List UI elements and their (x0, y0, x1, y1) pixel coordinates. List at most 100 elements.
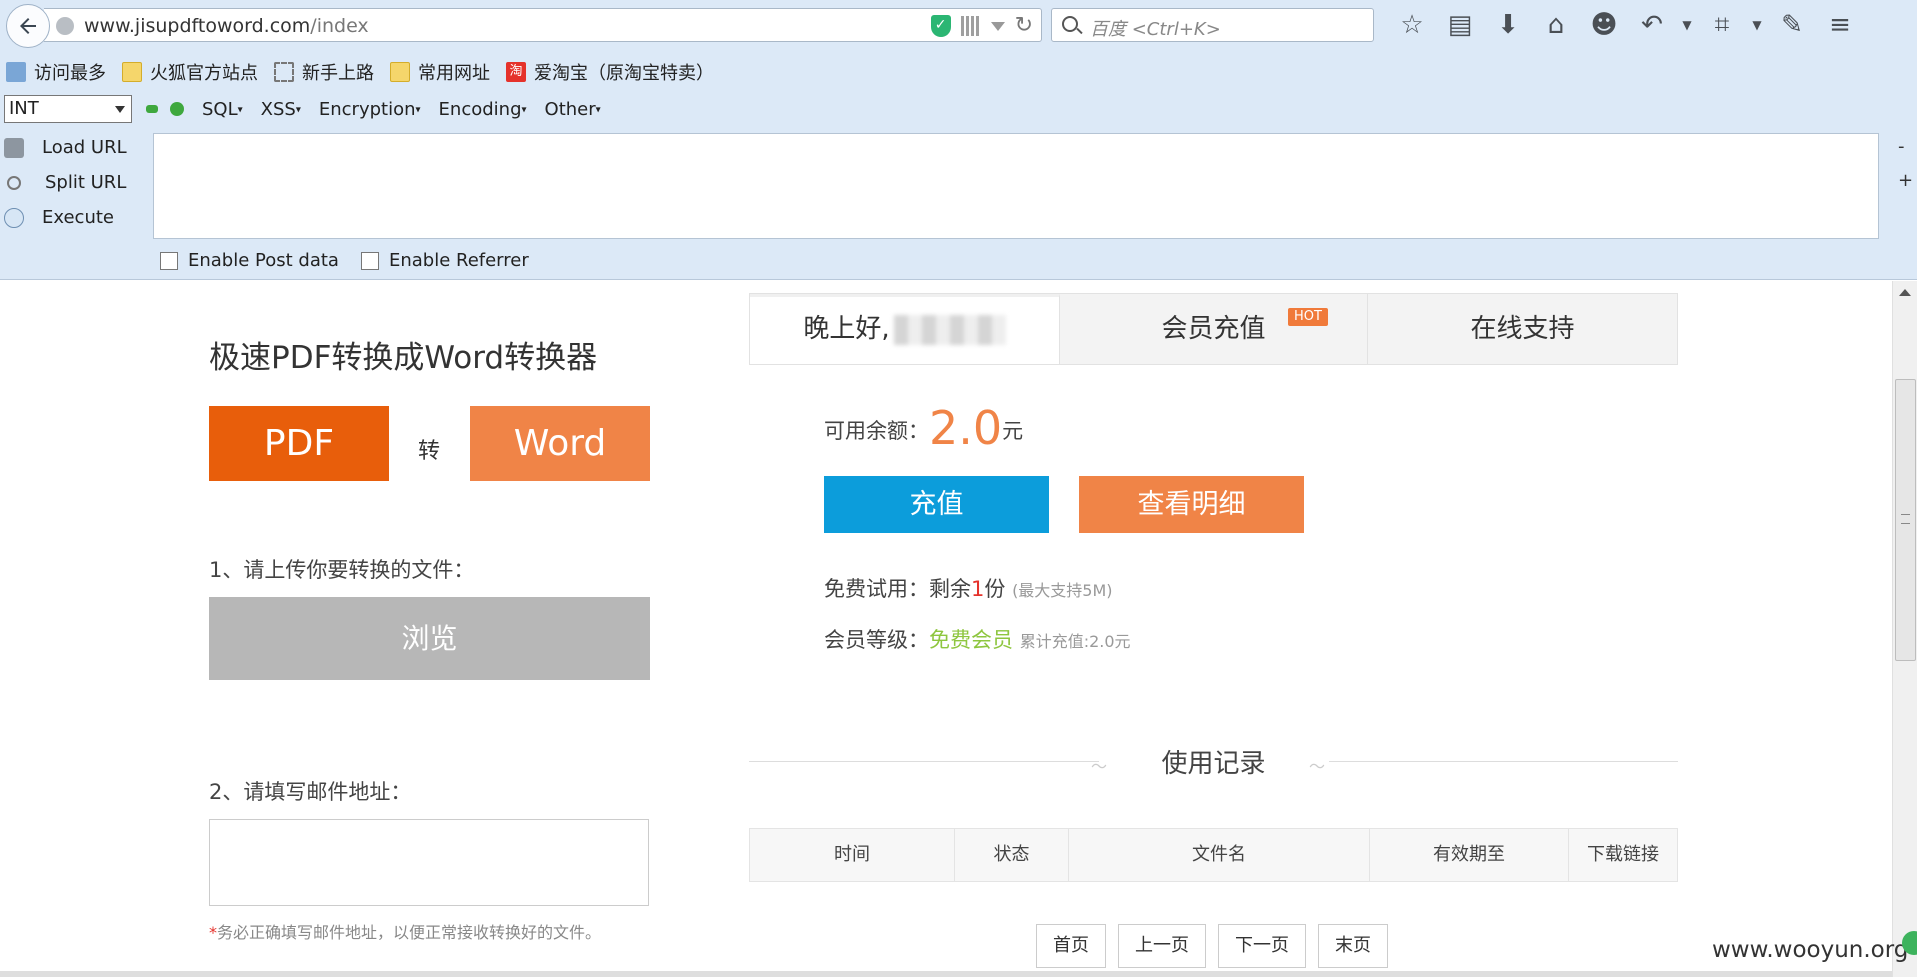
required-star: * (209, 923, 217, 942)
grow-button[interactable]: + (1898, 170, 1913, 191)
tab-label: 在线支持 (1470, 314, 1575, 344)
previous-page-button[interactable]: 上一页 (1118, 924, 1206, 968)
navigation-bar: www.jisupdftoword.com/index ✓ ↻ 百度 <Ctrl… (0, 0, 1917, 48)
menu-sql[interactable]: SQL▾ (202, 99, 243, 120)
tab-label: 晚上好, (803, 314, 890, 344)
menu-icon[interactable]: ≡ (1816, 8, 1864, 42)
shrink-button[interactable]: - (1898, 136, 1905, 157)
url-text[interactable]: www.jisupdftoword.com/index (84, 15, 369, 37)
dropdown-arrow-icon[interactable] (990, 21, 1005, 31)
chat-bubble-icon[interactable]: ☻ (1580, 8, 1628, 42)
scrollbar-thumb[interactable] (1895, 379, 1916, 661)
home-icon[interactable]: ⌂ (1532, 8, 1580, 42)
email-step-label: 2、请填写邮件地址： (209, 780, 412, 804)
menu-encryption[interactable]: Encryption▾ (319, 99, 421, 120)
recharge-button[interactable]: 充值 (824, 476, 1049, 533)
load-url-icon (4, 137, 24, 158)
back-button[interactable] (6, 4, 50, 48)
email-field[interactable] (209, 819, 649, 906)
search-placeholder: 百度 <Ctrl+K> (1090, 19, 1221, 40)
browse-button[interactable]: 浏览 (209, 597, 650, 680)
globe-icon (56, 17, 74, 35)
blurred-username (893, 314, 1006, 345)
url-bar[interactable]: www.jisupdftoword.com/index ✓ ↻ (44, 8, 1042, 42)
folder-icon (390, 62, 410, 82)
bookmark-label: 常用网址 (418, 63, 490, 84)
hackbar-actions: Load URL Split URL Execute (0, 130, 150, 235)
checkbox-box[interactable] (160, 251, 178, 270)
scroll-up-arrow-icon[interactable] (1899, 289, 1911, 296)
bookmark-taobao[interactable]: 淘爱淘宝（原淘宝特卖） (500, 59, 714, 85)
divider-line (1329, 761, 1678, 762)
column-header-download: 下载链接 (1587, 844, 1659, 865)
comment-icon[interactable]: ✎ (1768, 8, 1816, 42)
bookmark-getting-started[interactable]: 新手上路 (268, 59, 374, 85)
trial-label: 免费试用：剩余 (824, 577, 971, 601)
hackbar-options: Enable Post data Enable Referrer (160, 250, 551, 271)
vertical-scrollbar[interactable] (1892, 281, 1917, 977)
qr-code-icon[interactable] (960, 16, 981, 36)
menu-xss[interactable]: XSS▾ (261, 99, 301, 120)
taobao-icon: 淘 (506, 62, 526, 82)
shield-icon[interactable]: ✓ (930, 15, 951, 37)
next-page-button[interactable]: 下一页 (1218, 924, 1306, 968)
account-tabs: 晚上好, 会员充值 HOT 在线支持 (749, 293, 1678, 365)
bookmark-firefox-site[interactable]: 火狐官方站点 (116, 59, 258, 85)
url-icons: ✓ ↻ (930, 15, 1033, 37)
to-label: 转 (418, 439, 441, 464)
bookmark-most-visited[interactable]: 访问最多 (0, 59, 106, 85)
watermark: www.wooyun.org (1712, 937, 1909, 963)
int-select[interactable]: INT (4, 95, 132, 123)
tab-greeting[interactable]: 晚上好, (750, 294, 1060, 364)
minus-icon[interactable] (146, 105, 158, 113)
back-arrow-icon (20, 18, 36, 34)
undo-icon[interactable]: ↶ (1628, 8, 1676, 42)
tab-label: 会员充值 (1161, 314, 1266, 344)
word-format-button[interactable]: Word (470, 406, 650, 481)
trial-unit: 份 (984, 577, 1006, 601)
page-icon (274, 62, 294, 82)
search-input[interactable]: 百度 <Ctrl+K> (1051, 8, 1374, 42)
last-page-button[interactable]: 末页 (1318, 924, 1388, 968)
star-icon[interactable]: ☆ (1388, 8, 1436, 42)
crop-icon[interactable]: ⌗ (1698, 8, 1746, 42)
chevron-down-icon[interactable]: ▼ (1746, 8, 1768, 42)
search-icon (6, 62, 26, 82)
email-note: *务必正确填写邮件地址，以便正常接收转换好的文件。 (209, 919, 601, 943)
download-icon[interactable]: ⬇ (1484, 8, 1532, 42)
menu-encoding[interactable]: Encoding▾ (439, 99, 527, 120)
bottom-strip (0, 971, 1892, 977)
upload-step-label: 1、请上传你要转换的文件： (209, 558, 475, 582)
hackbar-url-textarea[interactable] (153, 133, 1879, 239)
split-url-button[interactable]: Split URL (0, 165, 150, 200)
load-url-button[interactable]: Load URL (0, 130, 150, 165)
play-icon (4, 207, 24, 228)
bookmark-label: 访问最多 (34, 63, 106, 84)
checkbox-label: Enable Post data (188, 250, 339, 271)
chevron-down-icon[interactable]: ▼ (1676, 8, 1698, 42)
view-details-button[interactable]: 查看明细 (1079, 476, 1304, 533)
column-header-filename: 文件名 (1069, 829, 1370, 881)
reload-icon[interactable]: ↻ (1015, 15, 1033, 37)
folder-icon (122, 62, 142, 82)
checkbox-box[interactable] (360, 251, 379, 270)
search-icon (1062, 16, 1078, 32)
reading-list-icon[interactable]: ▤ (1436, 8, 1484, 42)
enable-post-data-checkbox[interactable]: Enable Post data (160, 250, 339, 271)
tab-online-support[interactable]: 在线支持 (1368, 294, 1677, 364)
menu-other[interactable]: Other▾ (545, 99, 601, 120)
tab-member-recharge[interactable]: 会员充值 HOT (1060, 294, 1368, 364)
email-note-text: 务必正确填写邮件地址，以便正常接收转换好的文件。 (217, 923, 602, 942)
execute-button[interactable]: Execute (0, 200, 150, 235)
enable-referrer-checkbox[interactable]: Enable Referrer (360, 250, 529, 271)
bookmark-common-sites[interactable]: 常用网址 (384, 59, 490, 85)
column-header-time: 时间 (750, 829, 955, 881)
plus-icon[interactable] (170, 102, 184, 116)
column-header-status: 状态 (955, 829, 1069, 881)
trial-note: (最大支持5M) (1012, 581, 1113, 600)
first-page-button[interactable]: 首页 (1036, 924, 1106, 968)
url-path: /index (310, 15, 369, 37)
pdf-format-button[interactable]: PDF (209, 406, 389, 481)
free-trial-line: 免费试用：剩余1份 (最大支持5M) (824, 573, 1113, 603)
column-header-expiry: 有效期至 (1370, 829, 1569, 881)
